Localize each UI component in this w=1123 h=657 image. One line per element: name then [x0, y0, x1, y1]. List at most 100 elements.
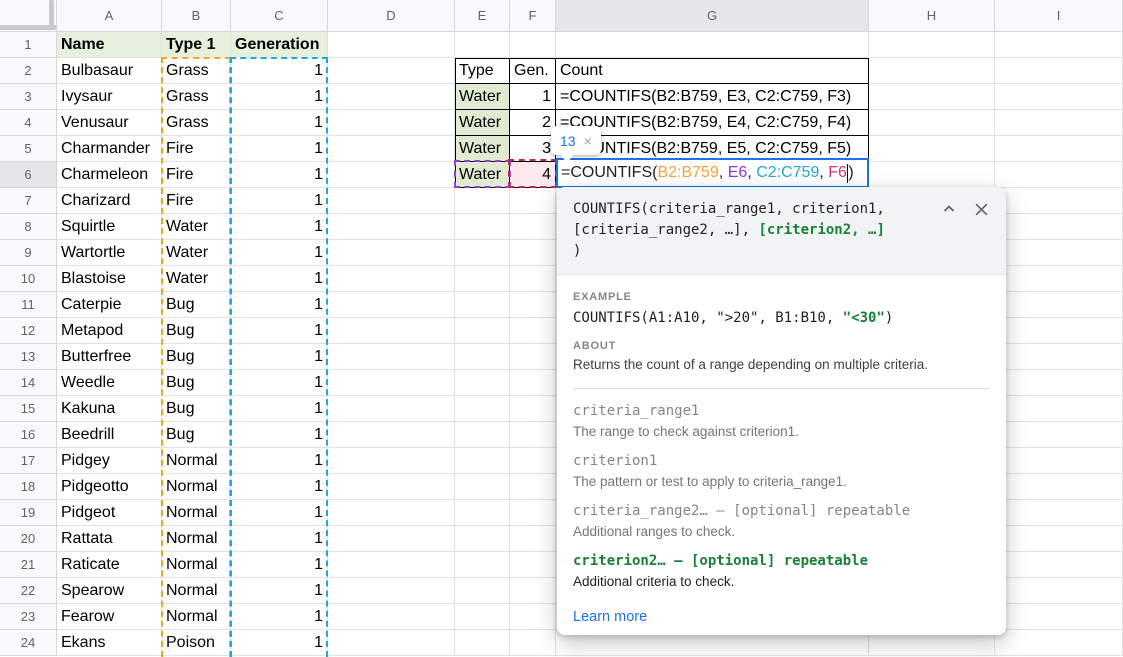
cell-I7[interactable]: [995, 188, 1123, 214]
cell-G4[interactable]: =COUNTIFS(B2:B759, E4, C2:C759, F4): [556, 110, 869, 136]
cell-A13[interactable]: Butterfree: [57, 344, 162, 370]
cell-B21[interactable]: Normal: [162, 552, 231, 578]
cell-I18[interactable]: [995, 474, 1123, 500]
cell-D20[interactable]: [328, 526, 455, 552]
cell-F24[interactable]: [510, 630, 556, 656]
cell-D15[interactable]: [328, 396, 455, 422]
row-header-15[interactable]: 15: [0, 396, 57, 422]
column-header-A[interactable]: A: [57, 0, 162, 32]
cell-E5[interactable]: Water: [455, 136, 510, 162]
cell-I3[interactable]: [995, 84, 1123, 110]
cell-F5[interactable]: 3: [510, 136, 556, 162]
cell-C18[interactable]: 1: [231, 474, 328, 500]
cell-E12[interactable]: [455, 318, 510, 344]
cell-C3[interactable]: 1: [231, 84, 328, 110]
cell-E23[interactable]: [455, 604, 510, 630]
cell-A3[interactable]: Ivysaur: [57, 84, 162, 110]
cell-D11[interactable]: [328, 292, 455, 318]
cell-I10[interactable]: [995, 266, 1123, 292]
cell-G1[interactable]: [556, 32, 869, 58]
row-header-16[interactable]: 16: [0, 422, 57, 448]
cell-C20[interactable]: 1: [231, 526, 328, 552]
cell-H5[interactable]: [869, 136, 995, 162]
cell-C17[interactable]: 1: [231, 448, 328, 474]
cell-C13[interactable]: 1: [231, 344, 328, 370]
cell-D6[interactable]: [328, 162, 455, 188]
cell-C23[interactable]: 1: [231, 604, 328, 630]
row-header-18[interactable]: 18: [0, 474, 57, 500]
cell-A7[interactable]: Charizard: [57, 188, 162, 214]
cell-H4[interactable]: [869, 110, 995, 136]
row-header-21[interactable]: 21: [0, 552, 57, 578]
column-header-E[interactable]: E: [455, 0, 510, 32]
cell-E7[interactable]: [455, 188, 510, 214]
cell-B17[interactable]: Normal: [162, 448, 231, 474]
cell-E10[interactable]: [455, 266, 510, 292]
cell-H6[interactable]: [869, 162, 995, 188]
cell-B23[interactable]: Normal: [162, 604, 231, 630]
cell-A6[interactable]: Charmeleon: [57, 162, 162, 188]
row-header-13[interactable]: 13: [0, 344, 57, 370]
cell-I14[interactable]: [995, 370, 1123, 396]
cell-E19[interactable]: [455, 500, 510, 526]
row-header-11[interactable]: 11: [0, 292, 57, 318]
cell-I2[interactable]: [995, 58, 1123, 84]
cell-I6[interactable]: [995, 162, 1123, 188]
cell-A14[interactable]: Weedle: [57, 370, 162, 396]
cell-E18[interactable]: [455, 474, 510, 500]
close-icon[interactable]: [972, 200, 990, 218]
cell-D23[interactable]: [328, 604, 455, 630]
cell-I23[interactable]: [995, 604, 1123, 630]
cell-C15[interactable]: 1: [231, 396, 328, 422]
cell-A22[interactable]: Spearow: [57, 578, 162, 604]
cell-D21[interactable]: [328, 552, 455, 578]
row-header-14[interactable]: 14: [0, 370, 57, 396]
row-header-8[interactable]: 8: [0, 214, 57, 240]
cell-D4[interactable]: [328, 110, 455, 136]
chevron-up-icon[interactable]: [940, 200, 958, 218]
cell-E6[interactable]: Water: [455, 162, 510, 188]
cell-C24[interactable]: 1: [231, 630, 328, 656]
cell-F3[interactable]: 1: [510, 84, 556, 110]
row-header-20[interactable]: 20: [0, 526, 57, 552]
cell-F13[interactable]: [510, 344, 556, 370]
cell-A4[interactable]: Venusaur: [57, 110, 162, 136]
column-header-H[interactable]: H: [869, 0, 995, 32]
cell-I12[interactable]: [995, 318, 1123, 344]
cell-A24[interactable]: Ekans: [57, 630, 162, 656]
cell-F18[interactable]: [510, 474, 556, 500]
cell-D10[interactable]: [328, 266, 455, 292]
cell-A16[interactable]: Beedrill: [57, 422, 162, 448]
cell-E11[interactable]: [455, 292, 510, 318]
cell-I9[interactable]: [995, 240, 1123, 266]
cell-H1[interactable]: [869, 32, 995, 58]
row-header-19[interactable]: 19: [0, 500, 57, 526]
cell-I16[interactable]: [995, 422, 1123, 448]
row-header-4[interactable]: 4: [0, 110, 57, 136]
cell-E8[interactable]: [455, 214, 510, 240]
cell-C19[interactable]: 1: [231, 500, 328, 526]
cell-B14[interactable]: Bug: [162, 370, 231, 396]
cell-C1[interactable]: Generation: [231, 32, 328, 58]
cell-F12[interactable]: [510, 318, 556, 344]
cell-C2[interactable]: 1: [231, 58, 328, 84]
cell-A21[interactable]: Raticate: [57, 552, 162, 578]
cell-A5[interactable]: Charmander: [57, 136, 162, 162]
row-header-23[interactable]: 23: [0, 604, 57, 630]
cell-C5[interactable]: 1: [231, 136, 328, 162]
cell-B8[interactable]: Water: [162, 214, 231, 240]
cell-B19[interactable]: Normal: [162, 500, 231, 526]
cell-B20[interactable]: Normal: [162, 526, 231, 552]
row-header-17[interactable]: 17: [0, 448, 57, 474]
cell-E2[interactable]: Type: [455, 58, 510, 84]
cell-B9[interactable]: Water: [162, 240, 231, 266]
cell-E15[interactable]: [455, 396, 510, 422]
close-icon[interactable]: ×: [584, 133, 592, 149]
row-header-3[interactable]: 3: [0, 84, 57, 110]
cell-B24[interactable]: Poison: [162, 630, 231, 656]
cell-A17[interactable]: Pidgey: [57, 448, 162, 474]
cell-D24[interactable]: [328, 630, 455, 656]
cell-I13[interactable]: [995, 344, 1123, 370]
row-header-6[interactable]: 6: [0, 162, 57, 188]
cell-D12[interactable]: [328, 318, 455, 344]
